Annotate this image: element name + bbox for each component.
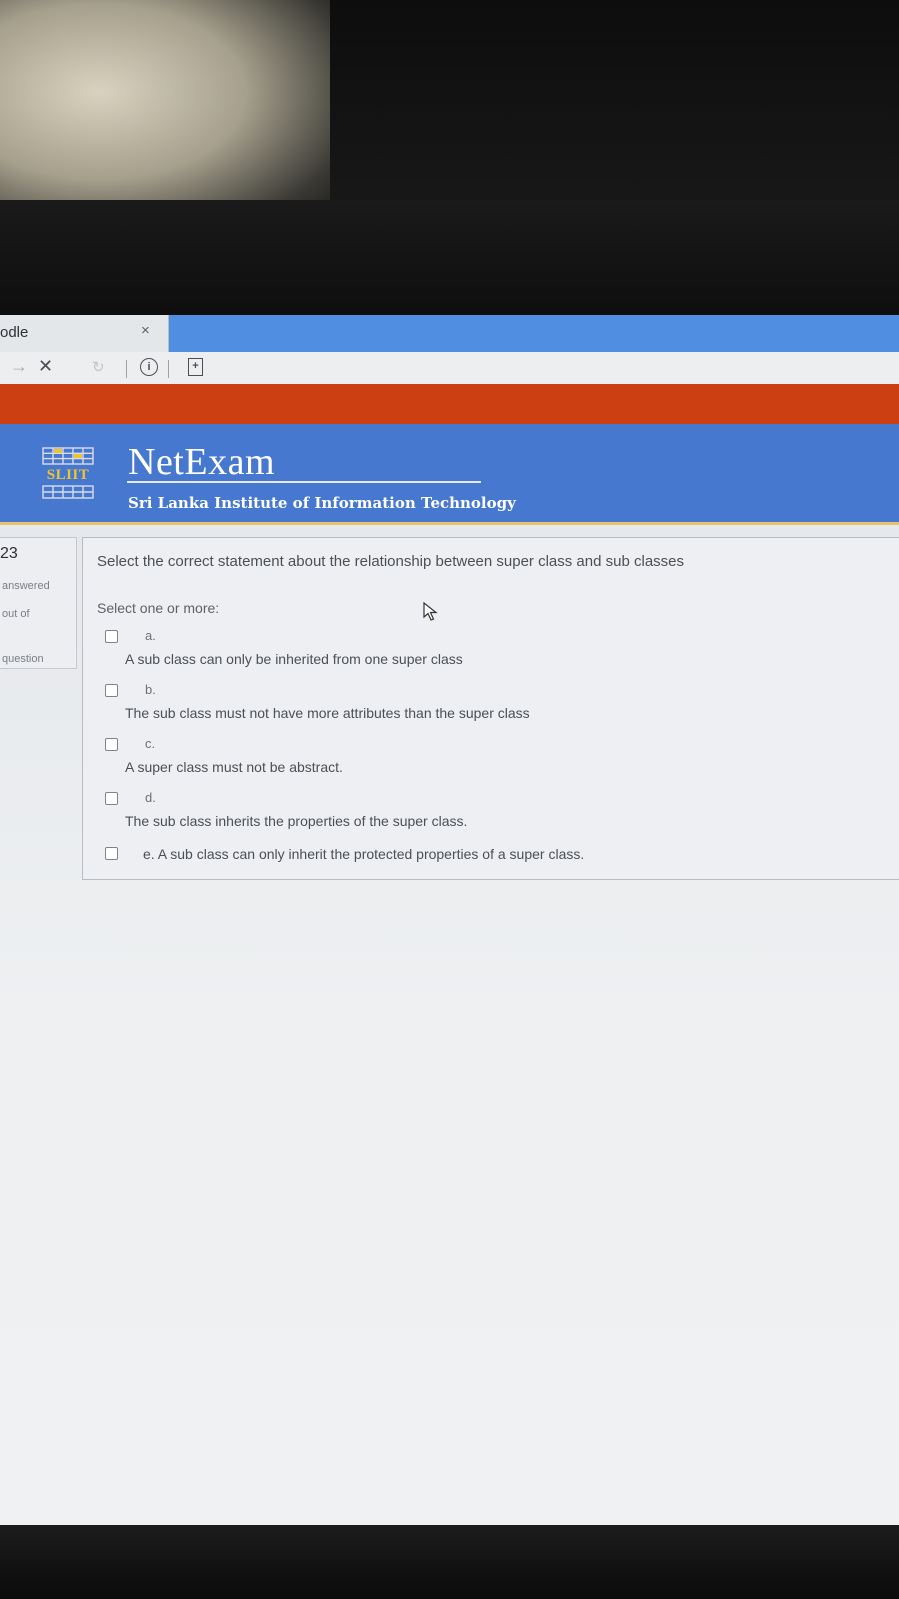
close-icon[interactable]: ✕ bbox=[38, 356, 53, 377]
tab-bar: odle × bbox=[0, 315, 899, 352]
option-d-text[interactable]: The sub class inherits the properties of… bbox=[125, 813, 467, 829]
site-title: NetExam bbox=[128, 441, 276, 483]
option-e-checkbox[interactable] bbox=[105, 847, 118, 860]
browser-tab[interactable]: odle × bbox=[0, 315, 169, 352]
page-icon[interactable]: + bbox=[188, 358, 203, 376]
option-b-letter: b. bbox=[145, 682, 156, 697]
browser-window: odle × → ✕ ↻ i + SLIIT NetExam Sri Lanka… bbox=[0, 315, 899, 1525]
reload-icon[interactable]: ↻ bbox=[92, 358, 105, 376]
quiz-content: 23 answered out of question Select the c… bbox=[0, 525, 899, 1525]
question-marks: out of bbox=[2, 608, 30, 620]
site-subtitle: Sri Lanka Institute of Information Techn… bbox=[128, 494, 516, 512]
question-info-panel: 23 answered out of question bbox=[0, 537, 77, 669]
question-box: Select the correct statement about the r… bbox=[82, 537, 899, 880]
question-status: answered bbox=[2, 580, 50, 592]
monitor-bezel-top bbox=[0, 200, 899, 315]
option-e-text[interactable]: e. A sub class can only inherit the prot… bbox=[143, 846, 584, 862]
info-icon[interactable]: i bbox=[140, 358, 158, 376]
tab-title: odle bbox=[0, 324, 29, 341]
option-c-checkbox[interactable] bbox=[105, 738, 118, 751]
option-c-text[interactable]: A super class must not be abstract. bbox=[125, 759, 343, 775]
option-b-checkbox[interactable] bbox=[105, 684, 118, 697]
question-text: Select the correct statement about the r… bbox=[97, 553, 684, 570]
logo-text: SLIIT bbox=[46, 467, 90, 483]
option-a-letter: a. bbox=[145, 628, 156, 643]
flag-question-link[interactable]: question bbox=[2, 653, 44, 665]
option-d-letter: d. bbox=[145, 790, 156, 805]
option-c-letter: c. bbox=[145, 736, 156, 751]
back-arrow-icon[interactable]: → bbox=[10, 356, 28, 377]
option-d-checkbox[interactable] bbox=[105, 792, 118, 805]
sliit-logo: SLIIT bbox=[40, 446, 96, 500]
question-number: 23 bbox=[0, 545, 18, 562]
site-header: SLIIT NetExam Sri Lanka Institute of Inf… bbox=[0, 424, 899, 525]
option-a-checkbox[interactable] bbox=[105, 630, 118, 643]
photo-wall-area bbox=[0, 0, 330, 230]
toolbar-divider bbox=[126, 360, 127, 378]
browser-toolbar: → ✕ ↻ i + bbox=[0, 352, 899, 385]
title-underline bbox=[127, 481, 481, 483]
site-top-bar bbox=[0, 384, 899, 424]
monitor-bezel-bottom bbox=[0, 1525, 899, 1599]
answer-prompt: Select one or more: bbox=[97, 600, 220, 616]
tab-close-button[interactable]: × bbox=[141, 322, 150, 339]
toolbar-divider bbox=[168, 360, 169, 378]
mouse-cursor-icon bbox=[423, 602, 438, 621]
option-b-text[interactable]: The sub class must not have more attribu… bbox=[125, 705, 530, 721]
option-a-text[interactable]: A sub class can only be inherited from o… bbox=[125, 651, 463, 667]
